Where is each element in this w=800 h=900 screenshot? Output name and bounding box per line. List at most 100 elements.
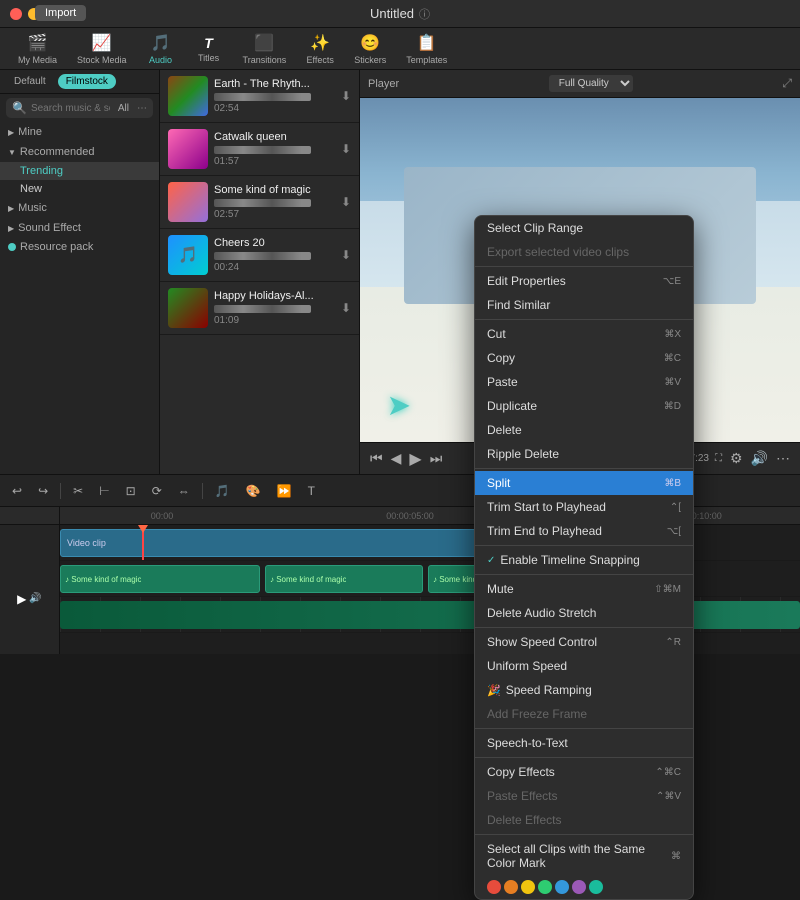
audio-item-4[interactable]: Happy Holidays-Al... 01:09 ⬇ — [160, 282, 359, 335]
filter-more-icon[interactable]: ⋯ — [137, 103, 147, 114]
toolbar-item-stock-media[interactable]: 📈 Stock Media — [69, 29, 135, 69]
import-tab[interactable]: Import — [35, 5, 86, 21]
toolbar-item-transitions[interactable]: ⬛ Transitions — [235, 29, 295, 69]
cm-item-edit-properties[interactable]: Edit Properties ⌥E — [475, 269, 693, 293]
cm-item-duplicate[interactable]: Duplicate ⌘D — [475, 394, 693, 418]
resource-pack-item[interactable]: Resource pack — [0, 238, 159, 256]
audio-clip-2[interactable]: ♪ Some kind of magic — [265, 565, 423, 593]
cm-shortcut-edit-properties: ⌥E — [663, 276, 681, 287]
color-dot-purple[interactable] — [572, 880, 586, 894]
tl-undo-button[interactable]: ↩ — [8, 482, 26, 500]
cm-label-cut: Cut — [487, 327, 506, 341]
cm-item-speech-to-text[interactable]: Speech-to-Text — [475, 731, 693, 755]
cm-label-paste-effects: Paste Effects — [487, 789, 557, 803]
section-recommended-header[interactable]: ▼ Recommended — [0, 142, 159, 162]
tl-cut-button[interactable]: ✂ — [69, 482, 87, 500]
audio-clip-1-label: ♪ Some kind of magic — [65, 575, 141, 584]
cm-item-speed-control[interactable]: Show Speed Control ⌃R — [475, 630, 693, 654]
color-dot-yellow[interactable] — [521, 880, 535, 894]
cm-item-split[interactable]: Split ⌘B — [475, 471, 693, 495]
cm-item-trim-start[interactable]: Trim Start to Playhead ⌃[ — [475, 495, 693, 519]
audio-download-icon-3[interactable]: ⬇ — [341, 248, 351, 262]
audio-download-icon-0[interactable]: ⬇ — [341, 89, 351, 103]
tl-speed-button[interactable]: ⏩ — [273, 482, 296, 500]
audio-download-icon-2[interactable]: ⬇ — [341, 195, 351, 209]
cm-shortcut-duplicate: ⌘D — [664, 401, 681, 412]
sub-item-new[interactable]: New — [0, 180, 159, 198]
cm-item-mute[interactable]: Mute ⇧⌘M — [475, 577, 693, 601]
cm-item-copy-effects[interactable]: Copy Effects ⌃⌘C — [475, 760, 693, 784]
toolbar-item-stickers[interactable]: 😊 Stickers — [346, 29, 394, 69]
audio-item-1[interactable]: Catwalk queen 01:57 ⬇ — [160, 123, 359, 176]
tl-split-button[interactable]: ⊢ — [95, 482, 113, 500]
cm-item-uniform-speed[interactable]: Uniform Speed — [475, 654, 693, 678]
toolbar-item-effects[interactable]: ✨ Effects — [298, 29, 342, 69]
cm-item-select-same-color[interactable]: Select all Clips with the Same Color Mar… — [475, 837, 693, 875]
tl-text-button[interactable]: T — [304, 482, 319, 500]
quality-select[interactable]: Full Quality Half Quality — [549, 75, 633, 92]
preview-expand-icon[interactable]: ⤢ — [782, 76, 792, 91]
color-dot-blue[interactable] — [555, 880, 569, 894]
audio-item-2[interactable]: Some kind of magic 02:57 ⬇ — [160, 176, 359, 229]
audio-thumb-0 — [168, 76, 208, 116]
cm-item-snapping[interactable]: ✓ Enable Timeline Snapping — [475, 548, 693, 572]
tl-audio-button[interactable]: 🎵 — [211, 482, 234, 500]
color-dot-green[interactable] — [538, 880, 552, 894]
search-input[interactable] — [31, 103, 110, 114]
cm-shortcut-paste-effects: ⌃⌘V — [656, 791, 681, 802]
tab-default[interactable]: Default — [6, 74, 54, 89]
cm-item-delete-audio-stretch[interactable]: Delete Audio Stretch — [475, 601, 693, 625]
section-sound-header[interactable]: ▶ Sound Effect — [0, 218, 159, 238]
cm-item-speed-ramping[interactable]: 🎉 Speed Ramping — [475, 678, 693, 702]
search-filter[interactable]: All — [114, 103, 133, 114]
toolbar-item-templates[interactable]: 📋 Templates — [398, 29, 455, 69]
color-dot-orange[interactable] — [504, 880, 518, 894]
cm-item-ripple-delete[interactable]: Ripple Delete — [475, 442, 693, 466]
audio-wave-4 — [214, 305, 311, 313]
play-button[interactable]: ▶ — [407, 447, 423, 471]
skip-back-button[interactable]: ⏮ — [368, 448, 385, 469]
tl-color-button[interactable]: 🎨 — [242, 482, 265, 500]
skip-forward-button[interactable]: ⏭ — [428, 448, 445, 469]
fullscreen-button[interactable]: ⛶ — [713, 451, 724, 466]
tl-redo-button[interactable]: ↪ — [34, 482, 52, 500]
more-button[interactable]: ⋯ — [774, 448, 792, 469]
color-dot-teal[interactable] — [589, 880, 603, 894]
cm-label-find-similar: Find Similar — [487, 298, 550, 312]
audio-item-0[interactable]: Earth - The Rhyth... 02:54 ⬇ — [160, 70, 359, 123]
color-marks — [475, 875, 693, 899]
tab-filmstock[interactable]: Filmstock — [58, 74, 116, 89]
cm-item-copy[interactable]: Copy ⌘C — [475, 346, 693, 370]
play-back-button[interactable]: ◀ — [389, 448, 404, 469]
video-mute-button[interactable]: 🔊 — [29, 593, 41, 604]
section-mine-header[interactable]: ▶ Mine — [0, 122, 159, 142]
cm-label-speed-control: Show Speed Control — [487, 635, 597, 649]
toolbar-item-titles[interactable]: T Titles — [187, 31, 231, 67]
cm-label-copy-effects: Copy Effects — [487, 765, 555, 779]
ruler-spacer — [0, 507, 59, 525]
cm-label-trim-start: Trim Start to Playhead — [487, 500, 606, 514]
cm-item-find-similar[interactable]: Find Similar — [475, 293, 693, 317]
toolbar-item-audio[interactable]: 🎵 Audio — [139, 29, 183, 69]
section-music-header[interactable]: ▶ Music — [0, 198, 159, 218]
close-button[interactable] — [10, 8, 22, 20]
tl-rotate-button[interactable]: ⟳ — [148, 482, 166, 500]
cm-item-trim-end[interactable]: Trim End to Playhead ⌥[ — [475, 519, 693, 543]
audio-clip-1[interactable]: ♪ Some kind of magic — [60, 565, 260, 593]
audio-download-icon-4[interactable]: ⬇ — [341, 301, 351, 315]
toolbar-item-my-media[interactable]: 🎬 My Media — [10, 29, 65, 69]
settings-button[interactable]: ⚙ — [728, 448, 745, 469]
audio-download-icon-1[interactable]: ⬇ — [341, 142, 351, 156]
color-dot-red[interactable] — [487, 880, 501, 894]
audio-wave-2 — [214, 199, 311, 207]
tl-crop-button[interactable]: ⊡ — [122, 482, 140, 500]
volume-button[interactable]: 🔊 — [749, 448, 770, 469]
cm-item-cut[interactable]: Cut ⌘X — [475, 322, 693, 346]
audio-item-3[interactable]: 🎵 Cheers 20 00:24 ⬇ — [160, 229, 359, 282]
cm-item-delete[interactable]: Delete — [475, 418, 693, 442]
cm-item-paste[interactable]: Paste ⌘V — [475, 370, 693, 394]
sub-item-trending[interactable]: Trending — [0, 162, 159, 180]
cm-item-select-clip-range[interactable]: Select Clip Range — [475, 216, 693, 240]
tl-mirror-button[interactable]: ⇔ — [174, 482, 194, 500]
section-sound-effect: ▶ Sound Effect — [0, 218, 159, 238]
